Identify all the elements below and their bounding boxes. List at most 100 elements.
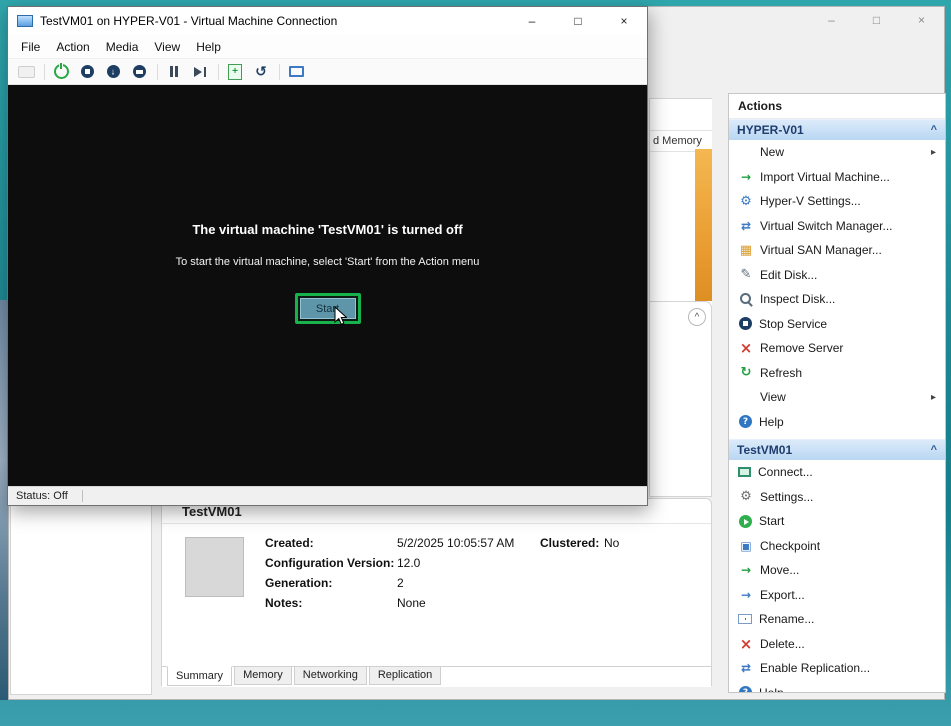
action-item-inspect-disk[interactable]: Inspect Disk... [729,287,945,312]
mouse-cursor [334,306,347,330]
detail-label: Clustered: [540,536,604,550]
spacer-icon [738,144,754,160]
help-icon [739,686,752,693]
detail-value: 12.0 [397,556,420,570]
toolbar-separator [279,64,280,80]
start-button-highlight: Start [295,293,361,324]
action-label: Start [759,514,784,528]
wallpaper-amber-region [695,149,712,301]
inspect-disk-icon [738,291,754,307]
detail-row-clustered: Clustered:No [540,536,619,550]
action-item-import-virtual-machine[interactable]: Import Virtual Machine... [729,165,945,190]
actions-pane: Actions HYPER-V01 ^ New ▸ Import Virtual… [728,93,946,693]
ctrl-alt-del-icon[interactable] [14,62,38,82]
tab-networking[interactable]: Networking [294,667,367,685]
action-item-edit-disk[interactable]: Edit Disk... [729,263,945,288]
action-item-remove-server[interactable]: Remove Server [729,336,945,361]
vmconnect-window: TestVM01 on HYPER-V01 - Virtual Machine … [7,6,648,506]
virtual-switch-icon [738,218,754,234]
action-item-stop-service[interactable]: Stop Service [729,312,945,337]
tab-replication[interactable]: Replication [369,667,441,685]
action-item-settings[interactable]: Settings... [729,485,945,510]
vmconnect-menubar: File Action Media View Help [8,35,647,58]
export-icon [738,587,754,603]
menu-media[interactable]: Media [98,40,147,54]
action-item-hyperv-settings[interactable]: Hyper-V Settings... [729,189,945,214]
vmconnect-app-icon [17,15,33,27]
actions-group-header-hyperv01[interactable]: HYPER-V01 ^ [729,119,945,140]
hv-minimize-button[interactable]: – [809,7,854,32]
start-button[interactable]: Start [300,298,356,319]
action-item-delete[interactable]: Delete... [729,632,945,657]
details-tab-bar: Summary Memory Networking Replication [162,666,711,687]
vmc-minimize-button[interactable]: – [509,7,555,35]
group-header-label: HYPER-V01 [737,123,804,137]
hv-maximize-button[interactable]: □ [854,7,899,32]
reset-icon[interactable] [188,62,212,82]
action-label: View [760,390,786,404]
action-label: Help [759,415,784,429]
enhanced-session-icon[interactable] [284,62,308,82]
save-state-icon[interactable] [127,62,151,82]
action-item-start[interactable]: Start [729,509,945,534]
action-item-help[interactable]: Help [729,410,945,435]
checkpoint-toolbar-icon[interactable] [223,62,247,82]
action-item-enable-replication[interactable]: Enable Replication... [729,656,945,681]
action-label: Virtual Switch Manager... [760,219,893,233]
tab-memory[interactable]: Memory [234,667,292,685]
turn-off-icon[interactable] [75,62,99,82]
desktop: – □ × d Memory ^ TestVM01 Created:5/2/20… [0,0,951,726]
settings-icon [738,489,754,505]
tab-summary[interactable]: Summary [167,666,232,686]
hv-close-button[interactable]: × [899,7,944,32]
action-label: Edit Disk... [760,268,817,282]
remove-server-icon [738,340,754,356]
vmconnect-titlebar[interactable]: TestVM01 on HYPER-V01 - Virtual Machine … [8,7,647,35]
start-icon [739,515,752,528]
action-item-checkpoint[interactable]: Checkpoint [729,534,945,559]
vmc-maximize-button[interactable]: □ [555,7,601,35]
action-label: Settings... [760,490,813,504]
action-item-rename[interactable]: Rename... [729,607,945,632]
checkpoint-icon [738,538,754,554]
action-item-virtual-switch-manager[interactable]: Virtual Switch Manager... [729,214,945,239]
action-item-view[interactable]: View ▸ [729,385,945,410]
action-item-refresh[interactable]: Refresh [729,361,945,386]
start-vm-icon[interactable] [49,62,73,82]
action-item-new[interactable]: New ▸ [729,140,945,165]
move-icon [738,562,754,578]
action-label: Move... [760,563,799,577]
detail-value: No [604,536,619,550]
menu-file[interactable]: File [13,40,48,54]
actions-group-header-testvm01[interactable]: TestVM01 ^ [729,439,945,460]
vmc-close-button[interactable]: × [601,7,647,35]
collapse-chevron-icon[interactable]: ^ [931,444,937,456]
action-item-help-vm[interactable]: Help [729,681,945,694]
menu-help[interactable]: Help [188,40,229,54]
action-label: Help [759,686,784,693]
pause-icon[interactable] [162,62,186,82]
detail-row: Generation:2 [265,576,404,590]
stop-service-icon [739,317,752,330]
collapse-chevron-icon[interactable]: ^ [931,124,937,136]
vm-off-hint: To start the virtual machine, select 'St… [8,256,647,268]
spacer-icon [738,389,754,405]
action-item-virtual-san-manager[interactable]: Virtual SAN Manager... [729,238,945,263]
action-label: Import Virtual Machine... [760,170,890,184]
pane-collapse-button[interactable]: ^ [688,308,706,326]
replication-icon [738,660,754,676]
edit-disk-icon [738,267,754,283]
chevron-up-icon: ^ [695,312,700,323]
detail-value: 2 [397,576,404,590]
revert-icon[interactable] [249,62,273,82]
action-item-connect[interactable]: Connect... [729,460,945,485]
toolbar-separator [44,64,45,80]
shut-down-icon[interactable] [101,62,125,82]
action-item-move[interactable]: Move... [729,558,945,583]
vm-thumbnail[interactable] [185,537,244,597]
menu-view[interactable]: View [146,40,188,54]
vmconnect-statusbar: Status: Off [8,486,647,505]
menu-action[interactable]: Action [48,40,97,54]
action-label: New [760,145,784,159]
action-item-export[interactable]: Export... [729,583,945,608]
